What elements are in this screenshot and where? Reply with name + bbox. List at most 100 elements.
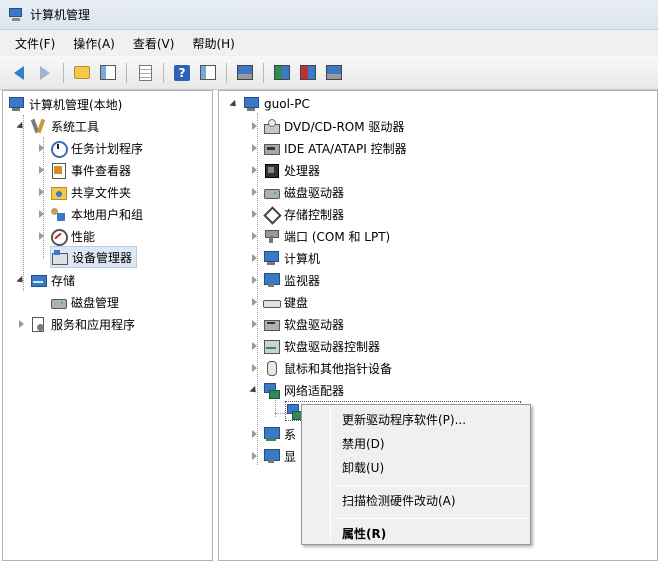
device-category-computer[interactable]: 计算机 (249, 247, 320, 269)
expand-arrow-icon[interactable] (229, 99, 239, 109)
uninstall-device-icon[interactable] (323, 62, 345, 84)
tree-label: DVD/CD-ROM 驱动器 (284, 119, 405, 134)
collapse-arrow-icon[interactable] (249, 341, 259, 351)
device-category-dvd[interactable]: DVD/CD-ROM 驱动器 (249, 115, 404, 137)
collapse-arrow-icon[interactable] (36, 209, 46, 219)
collapse-arrow-icon[interactable] (249, 451, 259, 461)
device-category-processor[interactable]: 处理器 (249, 159, 320, 181)
collapse-arrow-icon[interactable] (36, 231, 46, 241)
menu-file[interactable]: 文件(F) (6, 33, 64, 54)
tree-label: 事件查看器 (71, 163, 132, 178)
tree-label: 计算机 (284, 251, 321, 266)
collapse-arrow-icon[interactable] (249, 319, 259, 329)
collapse-arrow-icon[interactable] (249, 253, 259, 263)
device-category-ide[interactable]: IDE ATA/ATAPI 控制器 (249, 137, 407, 159)
keyboard-icon (263, 294, 281, 310)
users-icon (50, 206, 66, 222)
disable-device-icon[interactable] (297, 62, 319, 84)
forward-icon[interactable] (34, 62, 56, 84)
tree-item-system-tools[interactable]: 系统工具 (16, 115, 99, 137)
device-category-display[interactable]: 显 (249, 445, 296, 467)
tree-label: 处理器 (284, 163, 321, 178)
collapse-arrow-icon[interactable] (249, 209, 259, 219)
tree-item-performance[interactable]: 性能 (36, 225, 95, 247)
back-icon[interactable] (8, 62, 30, 84)
tree-label: 性能 (71, 229, 96, 244)
computer-icon (243, 96, 259, 112)
device-category-keyboards[interactable]: 键盘 (249, 291, 308, 313)
collapse-arrow-icon[interactable] (249, 231, 259, 241)
update-driver-icon[interactable] (271, 62, 293, 84)
menu-help[interactable]: 帮助(H) (183, 33, 243, 54)
device-category-ports[interactable]: 端口 (COM 和 LPT) (249, 225, 390, 247)
display-adapter-icon (263, 448, 280, 464)
expand-arrow-icon[interactable] (16, 121, 26, 131)
menu-item-disable[interactable]: 禁用(D) (304, 433, 528, 455)
device-category-monitors[interactable]: 监视器 (249, 269, 320, 291)
collapse-arrow-icon[interactable] (249, 121, 259, 131)
tree-label: 磁盘驱动器 (284, 185, 345, 200)
collapse-arrow-icon[interactable] (249, 297, 259, 307)
menu-item-scan-hardware[interactable]: 扫描检测硬件改动(A) (304, 490, 528, 512)
tree-item-storage[interactable]: 存储 (16, 269, 75, 291)
device-category-mice[interactable]: 鼠标和其他指针设备 (249, 357, 392, 379)
menu-item-update-driver[interactable]: 更新驱动程序软件(P)... (304, 409, 528, 431)
export-list-icon[interactable] (134, 62, 156, 84)
collapse-arrow-icon[interactable] (249, 143, 259, 153)
collapse-arrow-icon[interactable] (249, 429, 259, 439)
collapse-arrow-icon[interactable] (249, 275, 259, 285)
collapse-arrow-icon[interactable] (249, 363, 259, 373)
storage-icon (30, 272, 47, 288)
collapse-arrow-icon[interactable] (16, 319, 26, 329)
tree-item-services-apps[interactable]: 服务和应用程序 (16, 313, 135, 335)
menu-bar: 文件(F) 操作(A) 查看(V) 帮助(H) (0, 30, 658, 56)
tree-item-shared-folders[interactable]: 共享文件夹 (36, 181, 131, 203)
tree-label: 网络适配器 (284, 383, 345, 398)
tree-root[interactable]: 计算机管理(本地) (8, 93, 122, 115)
menu-view[interactable]: 查看(V) (124, 33, 184, 54)
device-category-floppy-controller[interactable]: 软盘驱动器控制器 (249, 335, 380, 357)
ide-controller-icon (263, 140, 280, 156)
floppy-controller-icon (263, 338, 280, 354)
tree-item-local-users[interactable]: 本地用户和组 (36, 203, 143, 225)
tree-label: 本地用户和组 (71, 207, 144, 222)
action-pane-icon[interactable] (197, 62, 219, 84)
port-icon (263, 228, 279, 244)
toolbar-separator (226, 62, 227, 83)
expand-arrow-icon[interactable] (16, 275, 26, 285)
device-category-floppy[interactable]: 软盘驱动器 (249, 313, 344, 335)
collapse-arrow-icon[interactable] (36, 143, 46, 153)
window-title: 计算机管理 (30, 8, 91, 22)
tree-label: 端口 (COM 和 LPT) (284, 229, 391, 244)
tree-item-device-manager[interactable]: 设备管理器 (50, 246, 138, 268)
collapse-arrow-icon[interactable] (36, 165, 46, 175)
up-folder-icon[interactable] (71, 62, 93, 84)
tree-item-disk-management[interactable]: 磁盘管理 (50, 291, 119, 313)
device-category-disk[interactable]: 磁盘驱动器 (249, 181, 344, 203)
collapse-arrow-icon[interactable] (249, 165, 259, 175)
scan-hardware-icon[interactable] (234, 62, 256, 84)
tree-label: 显 (284, 449, 297, 464)
collapse-arrow-icon[interactable] (249, 187, 259, 197)
shared-folder-icon (50, 184, 67, 200)
menu-item-uninstall[interactable]: 卸载(U) (304, 457, 528, 479)
device-category-storage-controller[interactable]: 存储控制器 (249, 203, 344, 225)
expand-arrow-icon[interactable] (249, 385, 259, 395)
tree-item-task-scheduler[interactable]: 任务计划程序 (36, 137, 143, 159)
storage-controller-icon (263, 206, 279, 222)
help-icon[interactable]: ? (171, 62, 193, 84)
menu-item-properties[interactable]: 属性(R) (304, 523, 528, 545)
device-category-system[interactable]: 系 (249, 423, 296, 445)
tree-item-event-viewer[interactable]: 事件查看器 (36, 159, 131, 181)
title-bar: 计算机管理 (0, 0, 658, 30)
menu-separator (334, 518, 528, 519)
toolbar-separator (163, 62, 164, 83)
network-adapter-icon (263, 382, 280, 399)
dvd-drive-icon (263, 118, 280, 134)
show-hide-tree-icon[interactable] (97, 62, 119, 84)
disk-icon (50, 294, 67, 310)
device-category-network-adapters[interactable]: 网络适配器 (249, 379, 344, 401)
menu-action[interactable]: 操作(A) (64, 33, 124, 54)
collapse-arrow-icon[interactable] (36, 187, 46, 197)
device-tree-root[interactable]: guol-PC (229, 93, 310, 115)
